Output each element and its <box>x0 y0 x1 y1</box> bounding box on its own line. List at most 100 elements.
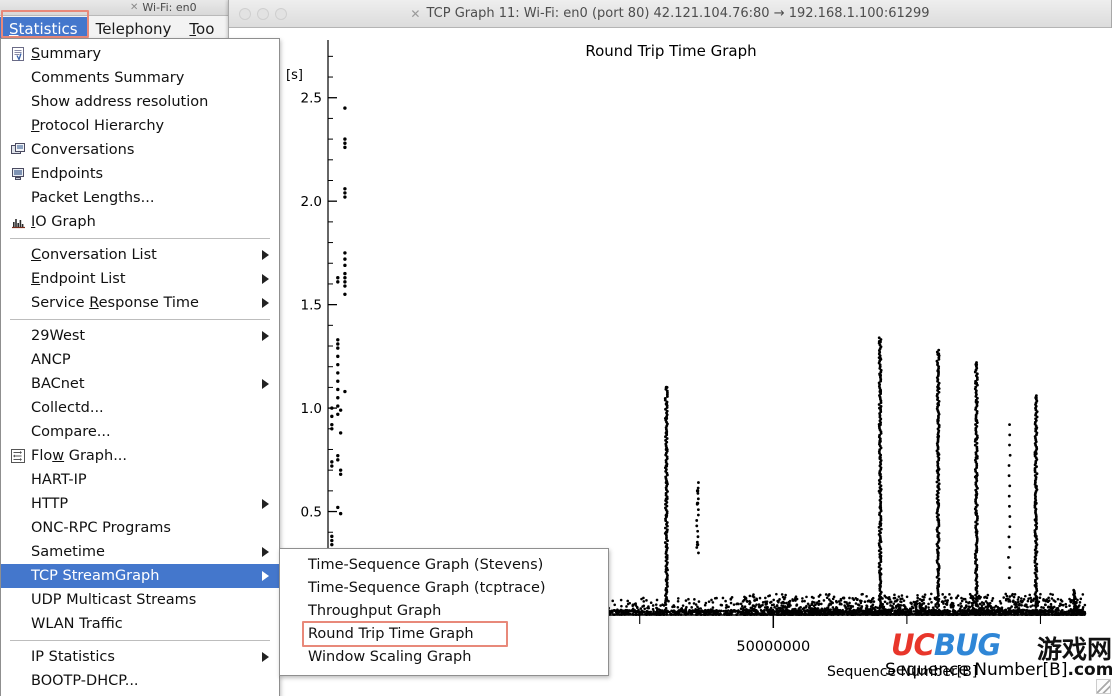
menu-item-label: Protocol Hierarchy <box>31 118 165 134</box>
menu-item-label: IP Statistics <box>31 649 115 665</box>
menu-item-label: IO Graph <box>31 214 96 230</box>
menu-item-label: Service Response Time <box>31 295 199 311</box>
menu-item-bootp-dhcp[interactable]: BOOTP-DHCP... <box>1 669 279 693</box>
menu-item-conversation-list[interactable]: Conversation List <box>1 243 279 267</box>
menu-item-endpoints[interactable]: Endpoints <box>1 162 279 186</box>
menu-item-label: Compare... <box>31 424 111 440</box>
menu-item-label: ANCP <box>31 352 71 368</box>
x-icon: ✕ <box>130 2 139 13</box>
chevron-right-icon <box>262 331 269 341</box>
submenu-item-throughput-graph[interactable]: Throughput Graph <box>280 600 608 623</box>
menu-item-icon-placeholder <box>9 271 27 287</box>
conversations-icon <box>9 142 27 158</box>
flow-graph-icon <box>9 448 27 464</box>
menu-item-show-address-resolution[interactable]: Show address resolution <box>1 90 279 114</box>
menu-item-icon-placeholder <box>9 673 27 689</box>
chevron-right-icon <box>262 379 269 389</box>
resize-grip[interactable] <box>1096 679 1111 694</box>
menu-item-packet-lengths[interactable]: Packet Lengths... <box>1 186 279 210</box>
chevron-right-icon <box>262 274 269 284</box>
menu-item-http[interactable]: HTTP <box>1 492 279 516</box>
menu-item-icon-placeholder <box>9 376 27 392</box>
chevron-right-icon <box>262 547 269 557</box>
menu-item-icon-placeholder <box>9 190 27 206</box>
menu-item-udp-multicast-streams[interactable]: UDP Multicast Streams <box>1 588 279 612</box>
menubar-tools-label-rest: oo <box>196 19 215 38</box>
menu-item-icon-placeholder <box>9 649 27 665</box>
io-graph-icon <box>9 214 27 230</box>
menu-item-collectd[interactable]: Collectd... <box>1 396 279 420</box>
menu-item-hart-ip[interactable]: HART-IP <box>1 468 279 492</box>
menubar-item-telephony[interactable]: Telephony <box>87 17 181 41</box>
menu-item-icon-placeholder <box>9 568 27 584</box>
menu-item-icon-placeholder <box>9 616 27 632</box>
submenu-item-time-sequence-graph-tcptrace[interactable]: Time-Sequence Graph (tcptrace) <box>280 577 608 600</box>
menu-separator <box>10 319 270 320</box>
menu-item-summary[interactable]: Summary <box>1 42 279 66</box>
menu-item-wlan-traffic[interactable]: WLAN Traffic <box>1 612 279 636</box>
submenu-item-round-trip-time-graph[interactable]: Round Trip Time Graph <box>280 623 608 646</box>
submenu-item-label: Window Scaling Graph <box>308 649 472 665</box>
menu-item-label: Sametime <box>31 544 105 560</box>
menu-item-label: Packet Lengths... <box>31 190 155 206</box>
menu-item-onc-rpc-programs[interactable]: ONC-RPC Programs <box>1 516 279 540</box>
menu-item-comments-summary[interactable]: Comments Summary <box>1 66 279 90</box>
y-tick-label: 1.5 <box>301 298 322 314</box>
menu-item-ancp[interactable]: ANCP <box>1 348 279 372</box>
menu-item-29west[interactable]: 29West <box>1 324 279 348</box>
menu-item-icon-placeholder <box>9 70 27 86</box>
menu-item-icon-placeholder <box>9 118 27 134</box>
menu-item-io-graph[interactable]: IO Graph <box>1 210 279 234</box>
menu-item-label: Show address resolution <box>31 94 209 110</box>
menu-item-service-response-time[interactable]: Service Response Time <box>1 291 279 315</box>
menu-item-ip-statistics[interactable]: IP Statistics <box>1 645 279 669</box>
menu-item-tcp-streamgraph[interactable]: TCP StreamGraph <box>1 564 279 588</box>
menubar-item-tools[interactable]: Too <box>180 17 223 41</box>
menu-item-label: TCP StreamGraph <box>31 568 160 584</box>
menu-separator <box>10 640 270 641</box>
chevron-right-icon <box>262 250 269 260</box>
menu-item-icon-placeholder <box>9 520 27 536</box>
menu-item-icon-placeholder <box>9 472 27 488</box>
submenu-item-label: Round Trip Time Graph <box>308 626 474 642</box>
menu-item-protocol-hierarchy[interactable]: Protocol Hierarchy <box>1 114 279 138</box>
submenu-item-time-sequence-graph-stevens[interactable]: Time-Sequence Graph (Stevens) <box>280 554 608 577</box>
menu-item-label: ONC-RPC Programs <box>31 520 171 536</box>
menu-item-label: Conversation List <box>31 247 157 263</box>
chevron-right-icon <box>262 298 269 308</box>
background-window-title: Wi-Fi: en0 <box>142 1 197 14</box>
menu-item-label: Collectd... <box>31 400 104 416</box>
menu-item-sametime[interactable]: Sametime <box>1 540 279 564</box>
y-tick-label: 2.0 <box>301 194 322 210</box>
tcp-streamgraph-submenu[interactable]: Time-Sequence Graph (Stevens) Time-Sequen… <box>279 548 609 676</box>
x-axis-title: Sequence Number[B] <box>827 664 978 680</box>
menu-item-compare[interactable]: Compare... <box>1 420 279 444</box>
menu-item-label: HTTP <box>31 496 69 512</box>
menu-item-conversations[interactable]: Conversations <box>1 138 279 162</box>
menu-item-label: Conversations <box>31 142 135 158</box>
submenu-item-label: Throughput Graph <box>308 603 442 619</box>
menubar-item-statistics[interactable]: Statistics <box>0 16 87 41</box>
menubar-statistics-label-rest: tatistics <box>18 19 78 38</box>
menu-item-label: WLAN Traffic <box>31 616 123 632</box>
menu-item-endpoint-list[interactable]: Endpoint List <box>1 267 279 291</box>
chevron-right-icon <box>262 571 269 581</box>
menu-item-label: HART-IP <box>31 472 87 488</box>
menu-item-label: BOOTP-DHCP... <box>31 673 139 689</box>
statistics-dropdown-menu[interactable]: Summary Comments Summary Show address reso… <box>0 38 280 696</box>
menu-item-label: BACnet <box>31 376 85 392</box>
menu-item-flow-graph[interactable]: Flow Graph... <box>1 444 279 468</box>
menu-item-icon-placeholder <box>9 352 27 368</box>
menu-item-icon-placeholder <box>9 424 27 440</box>
menu-item-label: Comments Summary <box>31 70 185 86</box>
menu-item-label: Endpoints <box>31 166 104 182</box>
menu-item-label: Summary <box>31 46 102 62</box>
menu-item-icon-placeholder <box>9 496 27 512</box>
menu-item-label: UDP Multicast Streams <box>31 592 197 608</box>
menu-item-icon-placeholder <box>9 592 27 608</box>
menu-item-icon-placeholder <box>9 400 27 416</box>
submenu-item-label: Time-Sequence Graph (tcptrace) <box>308 580 546 596</box>
menu-item-icon-placeholder <box>9 94 27 110</box>
menu-item-bacnet[interactable]: BACnet <box>1 372 279 396</box>
submenu-item-window-scaling-graph[interactable]: Window Scaling Graph <box>280 646 608 669</box>
